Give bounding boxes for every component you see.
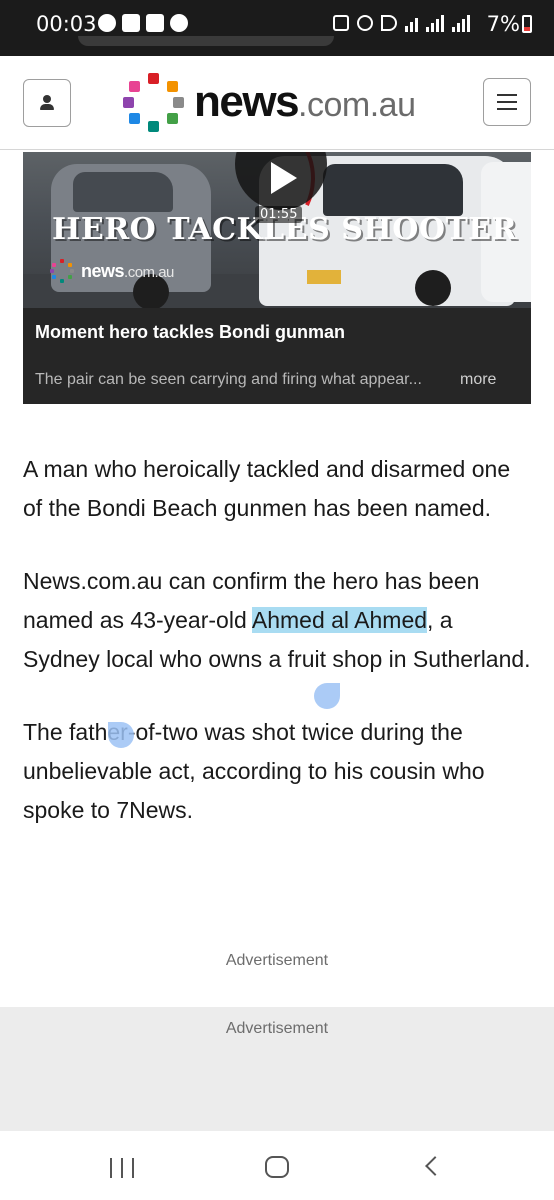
logo-mark-icon (122, 71, 184, 133)
more-link[interactable]: more (460, 371, 496, 389)
menu-button[interactable] (483, 78, 531, 126)
article-paragraph-3: The father-of-two was shot twice during … (23, 719, 485, 823)
watermark-logo-icon (49, 258, 75, 284)
mute-icon (381, 15, 397, 31)
site-logo[interactable]: news.com.au (122, 70, 416, 134)
signal-icon-2 (452, 14, 470, 32)
site-header: news.com.au (0, 56, 554, 150)
advertisement-label: Advertisement (225, 952, 329, 969)
selection-start-handle[interactable] (314, 683, 340, 709)
video-card[interactable]: HERO TACKLES SHOOTER 01:55 news.com.au M… (23, 152, 531, 404)
thumbnail-watermark: news.com.au (49, 258, 174, 284)
notification-icons (98, 14, 188, 32)
status-bar: 00:03 7% (0, 0, 554, 56)
article-body: A man who heroically tackled and disarme… (23, 450, 533, 864)
battery-percentage: 7% (486, 12, 520, 36)
status-time: 00:03 (36, 12, 97, 36)
selection-end-handle[interactable] (108, 722, 134, 748)
do-not-disturb-icon (98, 14, 116, 32)
navigation-bar (0, 1131, 554, 1200)
recent-apps-icon[interactable] (110, 1158, 134, 1178)
selected-text[interactable]: Ahmed al Ahmed (251, 607, 428, 633)
video-description: The pair can be seen carrying and firing… (35, 371, 422, 388)
football-icon (170, 14, 188, 32)
signal-icon-1 (426, 14, 444, 32)
account-button[interactable] (23, 79, 71, 127)
watermark-text: news.com.au (81, 260, 174, 281)
video-thumbnail[interactable]: HERO TACKLES SHOOTER 01:55 news.com.au (23, 152, 531, 308)
sleep-mode-icon (333, 15, 349, 31)
system-icons (333, 14, 470, 32)
alert-icon (122, 14, 140, 32)
person-icon (39, 95, 55, 111)
browser-handle (78, 36, 334, 46)
video-duration: 01:55 (255, 206, 303, 223)
home-icon[interactable] (265, 1156, 289, 1178)
advertisement-label: Advertisement (225, 1020, 329, 1037)
video-title[interactable]: Moment hero tackles Bondi gunman (35, 322, 345, 343)
article-paragraph-2: News.com.au can confirm the hero has bee… (23, 562, 533, 679)
logo-wordmark: news.com.au (194, 77, 416, 126)
back-icon[interactable] (425, 1156, 445, 1176)
alarm-icon (357, 15, 373, 31)
hamburger-icon (497, 94, 517, 96)
wifi-icon (405, 14, 418, 32)
gallery-icon (146, 14, 164, 32)
article-paragraph-1: A man who heroically tackled and disarme… (23, 456, 511, 521)
battery-icon (522, 15, 532, 33)
